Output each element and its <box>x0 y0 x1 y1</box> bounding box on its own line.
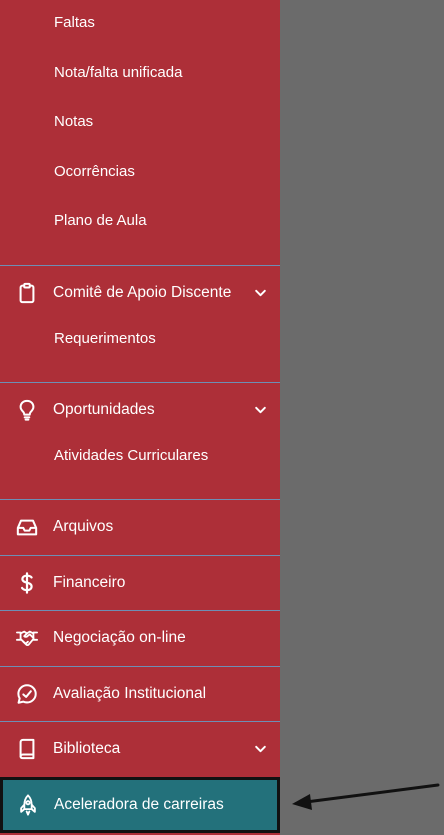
annotation-arrow <box>292 783 440 810</box>
